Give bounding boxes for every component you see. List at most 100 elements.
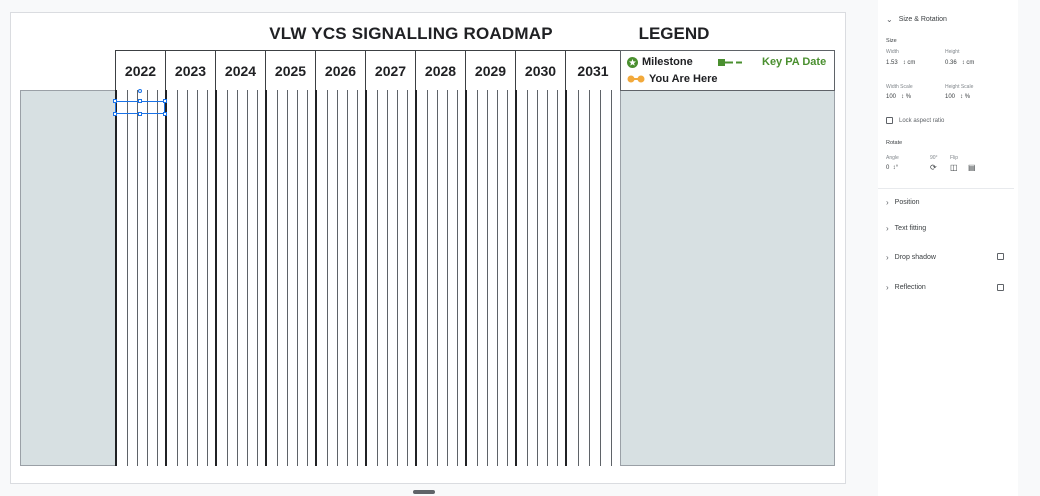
quarter-divider bbox=[407, 90, 408, 466]
quarter-divider bbox=[589, 90, 590, 466]
quarter-divider bbox=[477, 90, 478, 466]
year-column-2027[interactable] bbox=[365, 90, 415, 466]
width-label: Width bbox=[886, 49, 899, 55]
quarter-divider bbox=[237, 90, 238, 466]
format-options-panel: ⌄ Size & Rotation Size Width Height 1.53… bbox=[878, 0, 1018, 496]
quarter-divider bbox=[487, 90, 488, 466]
year-column-2028[interactable] bbox=[415, 90, 465, 466]
lock-aspect-checkbox[interactable] bbox=[886, 117, 893, 124]
selected-shape[interactable] bbox=[113, 89, 167, 116]
year-header-2023[interactable]: 2023 bbox=[165, 50, 216, 91]
legend-you-are-here-label: You Are Here bbox=[649, 73, 718, 85]
legend-milestone: Milestone bbox=[627, 56, 693, 68]
year-column-2022[interactable] bbox=[115, 90, 165, 466]
quarter-divider bbox=[297, 90, 298, 466]
resize-handle-bl[interactable] bbox=[113, 112, 117, 116]
quarter-divider bbox=[147, 90, 148, 466]
quarter-divider bbox=[547, 90, 548, 466]
year-column-2023[interactable] bbox=[165, 90, 215, 466]
quarter-divider bbox=[578, 90, 579, 466]
height-scale-label: Height Scale bbox=[945, 84, 974, 90]
reflection-section[interactable]: › Reflection bbox=[886, 283, 926, 292]
legend-key-pa-label: Key PA Date bbox=[762, 56, 827, 68]
reflection-checkbox[interactable] bbox=[997, 284, 1004, 291]
resize-handle-tl[interactable] bbox=[113, 99, 117, 103]
flip-vertical-icon[interactable]: ▤ bbox=[968, 163, 976, 172]
quarter-divider bbox=[127, 90, 128, 466]
roadmap-title[interactable]: VLW YCS SIGNALLING ROADMAP bbox=[251, 24, 571, 44]
rotate-90-label: 90° bbox=[930, 155, 938, 161]
angle-label: Angle bbox=[886, 155, 899, 161]
height-input[interactable]: 0.36 ↕ cm bbox=[945, 60, 974, 66]
year-column-2029[interactable] bbox=[465, 90, 515, 466]
year-column-2026[interactable] bbox=[315, 90, 365, 466]
year-column-2031[interactable] bbox=[565, 90, 620, 466]
year-header-2025[interactable]: 2025 bbox=[265, 50, 316, 91]
width-scale-input[interactable]: 100 ↕ % bbox=[886, 94, 911, 100]
quarter-divider bbox=[307, 90, 308, 466]
left-label-panel[interactable] bbox=[20, 90, 116, 466]
quarter-divider bbox=[600, 90, 601, 466]
resize-handle-top[interactable] bbox=[138, 99, 142, 103]
size-rotation-header[interactable]: ⌄ Size & Rotation bbox=[886, 15, 947, 24]
quarter-divider bbox=[207, 90, 208, 466]
quarter-divider bbox=[497, 90, 498, 466]
quarter-divider bbox=[397, 90, 398, 466]
panel-resize-handle[interactable] bbox=[413, 490, 435, 494]
quarter-divider bbox=[247, 90, 248, 466]
rotate-label: Rotate bbox=[886, 140, 903, 146]
quarter-divider bbox=[327, 90, 328, 466]
height-scale-input[interactable]: 100 ↕ % bbox=[945, 94, 970, 100]
resize-handle-tr[interactable] bbox=[163, 99, 167, 103]
rotate-90-icon[interactable]: ⟳ bbox=[930, 163, 937, 172]
year-header-2029[interactable]: 2029 bbox=[465, 50, 516, 91]
slide-canvas[interactable]: VLW YCS SIGNALLING ROADMAP LEGEND 2022 2… bbox=[10, 12, 846, 484]
year-column-2030[interactable] bbox=[515, 90, 565, 466]
year-header-2027[interactable]: 2027 bbox=[365, 50, 416, 91]
rotate-handle[interactable] bbox=[138, 89, 142, 93]
you-are-here-icon bbox=[627, 75, 645, 83]
legend-title[interactable]: LEGEND bbox=[619, 24, 729, 44]
year-header-2028[interactable]: 2028 bbox=[415, 50, 466, 91]
legend-box[interactable]: Milestone Key PA Date You Are Here bbox=[620, 50, 835, 91]
quarter-divider bbox=[287, 90, 288, 466]
text-fitting-section[interactable]: › Text fitting bbox=[886, 224, 926, 233]
year-header-2031[interactable]: 2031 bbox=[565, 50, 621, 91]
legend-you-are-here: You Are Here bbox=[627, 73, 717, 85]
width-scale-label: Width Scale bbox=[886, 84, 913, 90]
year-header-2026[interactable]: 2026 bbox=[315, 50, 366, 91]
quarter-divider bbox=[611, 90, 612, 466]
key-pa-date-flag-icon bbox=[718, 58, 742, 66]
year-column-2025[interactable] bbox=[265, 90, 315, 466]
flip-horizontal-icon[interactable]: ◫ bbox=[950, 163, 958, 172]
resize-handle-br[interactable] bbox=[163, 112, 167, 116]
quarter-divider bbox=[187, 90, 188, 466]
divider bbox=[878, 188, 1014, 189]
year-header-2030[interactable]: 2030 bbox=[515, 50, 566, 91]
quarter-divider bbox=[137, 90, 138, 466]
resize-handle-bottom[interactable] bbox=[138, 112, 142, 116]
chevron-right-icon: › bbox=[886, 198, 889, 207]
lock-aspect-ratio[interactable]: Lock aspect ratio bbox=[886, 117, 944, 124]
drop-shadow-section[interactable]: › Drop shadow bbox=[886, 253, 936, 262]
quarter-divider bbox=[177, 90, 178, 466]
quarter-divider bbox=[507, 90, 508, 466]
width-input[interactable]: 1.53 ↕ cm bbox=[886, 60, 915, 66]
drop-shadow-checkbox[interactable] bbox=[997, 253, 1004, 260]
position-section[interactable]: › Position bbox=[886, 198, 920, 207]
quarter-divider bbox=[557, 90, 558, 466]
quarter-divider bbox=[537, 90, 538, 466]
year-header-2022[interactable]: 2022 bbox=[115, 50, 166, 91]
year-column-2024[interactable] bbox=[215, 90, 265, 466]
quarter-divider bbox=[447, 90, 448, 466]
chevron-right-icon: › bbox=[886, 253, 889, 262]
chevron-right-icon: › bbox=[886, 224, 889, 233]
quarter-divider bbox=[347, 90, 348, 466]
year-header-2024[interactable]: 2024 bbox=[215, 50, 266, 91]
right-legend-panel[interactable] bbox=[620, 90, 835, 466]
angle-input[interactable]: 0 ↕° bbox=[886, 165, 898, 171]
milestone-star-icon bbox=[627, 56, 638, 68]
chevron-right-icon: › bbox=[886, 283, 889, 292]
quarter-divider bbox=[227, 90, 228, 466]
quarter-divider bbox=[197, 90, 198, 466]
